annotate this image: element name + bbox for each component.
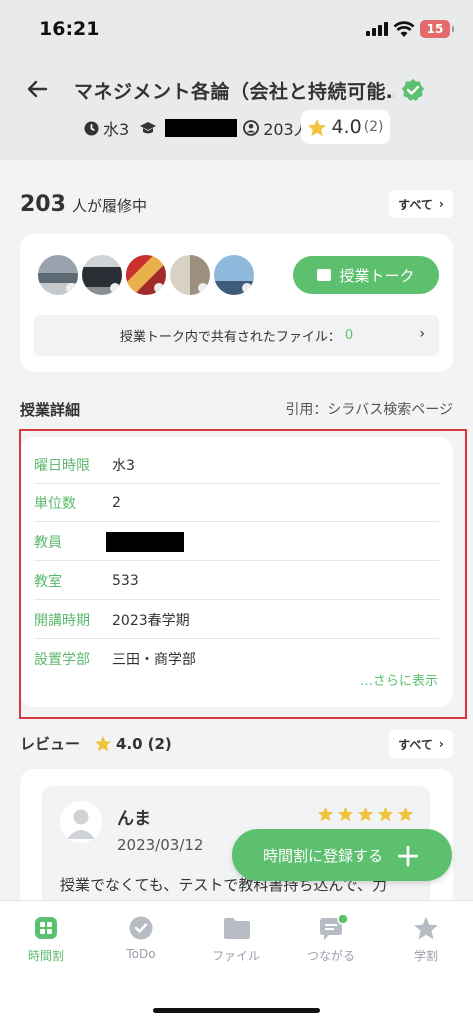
chat-bubble-icon xyxy=(317,269,332,281)
shared-files-row[interactable]: 授業トーク内で共有されたファイル： 0 › xyxy=(34,315,439,356)
review-stars xyxy=(317,806,414,822)
show-more-link[interactable]: …さらに表示 xyxy=(360,670,438,689)
person-icon xyxy=(243,120,260,136)
chat-icon xyxy=(318,913,349,941)
syllabus-citation[interactable]: 引用：シラバス検索ページ xyxy=(285,399,453,419)
reviewer-name: んま xyxy=(117,809,151,829)
detail-value: 水3 xyxy=(112,457,135,474)
enrolled-number: 203 xyxy=(20,192,66,217)
course-period: 水3 xyxy=(103,120,130,139)
details-title: 授業詳細 xyxy=(20,401,81,419)
nav-files[interactable]: ファイル xyxy=(196,915,276,964)
detail-key: 曜日時限 xyxy=(34,457,90,474)
clock-icon xyxy=(84,120,99,136)
redacted-teacher xyxy=(106,531,184,552)
rating-value: 4.0 xyxy=(331,116,362,138)
folder-icon xyxy=(223,915,250,941)
nav-connect[interactable]: つながる xyxy=(291,913,371,964)
add-to-timetable-label: 時間割に登録する xyxy=(262,846,383,865)
chevron-right-icon: › xyxy=(438,197,444,211)
battery-icon: 15 xyxy=(420,20,454,38)
detail-key: 設置学部 xyxy=(34,652,90,668)
detail-value: 2023春学期 xyxy=(112,612,190,629)
rating-pill[interactable]: 4.0 (2) xyxy=(301,110,390,144)
add-to-timetable-button[interactable]: 時間割に登録する ＋ xyxy=(232,829,452,881)
star-icon xyxy=(397,806,414,822)
detail-key: 教員 xyxy=(34,534,62,551)
course-meta: 水3 203人 xyxy=(84,117,310,139)
mortarboard-icon xyxy=(140,121,157,133)
enrolled-all-label: すべて xyxy=(398,197,433,212)
chevron-right-icon: › xyxy=(438,737,444,751)
star-icon xyxy=(308,118,327,136)
nav-label: ToDo xyxy=(126,947,156,961)
cellular-signal-icon xyxy=(366,22,388,36)
course-title: マネジメント各論（会社と持続可能… xyxy=(74,81,394,103)
avatar[interactable] xyxy=(80,253,124,297)
status-time: 16:21 xyxy=(39,18,100,40)
detail-row-credits: 単位数 2 xyxy=(34,484,439,522)
class-talk-button[interactable]: 授業トーク xyxy=(293,256,439,294)
wifi-icon xyxy=(393,21,415,37)
reviews-all-button[interactable]: すべて › xyxy=(389,730,453,758)
bottom-nav: 時間割 ToDo ファイル つながる 学割 xyxy=(0,900,473,1024)
rating-count: (2) xyxy=(363,119,384,135)
reviews-title: レビュー xyxy=(20,735,81,753)
star-icon xyxy=(94,735,112,752)
review-date: 2023/03/12 xyxy=(117,836,204,854)
avatar[interactable] xyxy=(168,253,212,297)
detail-row-term: 開講時期 2023春学期 xyxy=(34,601,439,639)
avatar[interactable] xyxy=(124,253,168,297)
check-icon xyxy=(128,915,154,941)
detail-row-teacher: 教員 xyxy=(34,523,439,561)
star-icon xyxy=(337,806,354,822)
timetable-icon xyxy=(33,915,59,941)
reviews-rating: 4.0 xyxy=(116,734,143,753)
nav-todo[interactable]: ToDo xyxy=(101,915,181,961)
nav-label: つながる xyxy=(306,949,355,963)
avatar[interactable] xyxy=(212,253,256,297)
enrolled-heading: 203 人が履修中 xyxy=(20,192,147,217)
avatar[interactable] xyxy=(36,253,80,297)
home-indicator[interactable] xyxy=(153,1008,320,1013)
reviews-count: (2) xyxy=(147,734,172,753)
detail-key: 教室 xyxy=(34,573,62,590)
nav-student-discount[interactable]: 学割 xyxy=(386,915,466,964)
chevron-right-icon: › xyxy=(419,326,425,342)
detail-key: 単位数 xyxy=(34,495,76,512)
back-arrow-icon[interactable] xyxy=(26,78,48,100)
enrolled-label: 人が履修中 xyxy=(71,197,147,215)
enrolled-all-button[interactable]: すべて › xyxy=(389,190,453,218)
detail-key: 開講時期 xyxy=(34,612,90,629)
shared-files-count: 0 xyxy=(344,328,354,343)
nav-label: 時間割 xyxy=(27,949,64,963)
class-talk-label: 授業トーク xyxy=(339,266,415,285)
default-user-icon xyxy=(67,809,95,839)
status-bar: 16:21 15 xyxy=(0,0,473,58)
detail-value: 三田・商学部 xyxy=(112,652,196,668)
star-icon xyxy=(377,806,394,822)
reviews-all-label: すべて xyxy=(398,737,433,752)
nav-label: 学割 xyxy=(413,949,438,963)
verified-badge-icon xyxy=(402,79,424,101)
nav-timetable[interactable]: 時間割 xyxy=(6,915,86,964)
reviews-heading: レビュー 4.0 (2) xyxy=(20,733,172,754)
detail-row-room: 教室 533 xyxy=(34,562,439,600)
redacted-teacher xyxy=(165,119,238,137)
detail-row-period: 曜日時限 水3 xyxy=(34,446,439,484)
reviewer-avatar xyxy=(60,801,102,843)
nav-label: ファイル xyxy=(211,949,260,963)
detail-value: 2 xyxy=(112,494,121,511)
star-icon xyxy=(317,806,334,822)
star-icon xyxy=(413,915,439,941)
detail-value: 533 xyxy=(112,572,139,589)
plus-icon: ＋ xyxy=(395,842,422,873)
shared-files-label: 授業トーク内で共有されたファイル： xyxy=(119,330,341,345)
star-icon xyxy=(357,806,374,822)
